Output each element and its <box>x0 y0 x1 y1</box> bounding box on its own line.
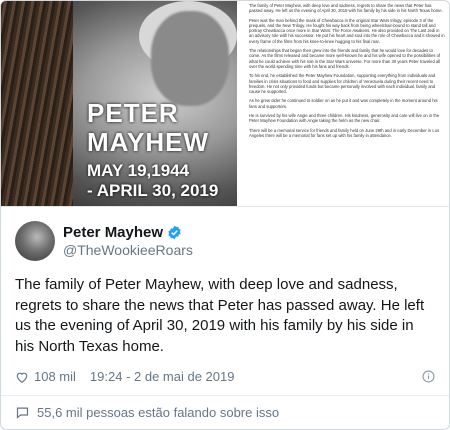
speech-bubble-icon <box>15 405 30 420</box>
author-display-name[interactable]: Peter Mayhew <box>63 224 163 241</box>
statement-paragraph: Peter was the man behind the mask of Che… <box>249 17 445 44</box>
statement-paragraph: The family of Peter Mayhew, with deep lo… <box>249 3 443 14</box>
memorial-name-line2: MAYHEW <box>87 127 210 157</box>
tweet-media[interactable]: PETER MAYHEW MAY 19,1944 - APRIL 30, 201… <box>1 1 449 207</box>
author-row: Peter Mayhew @TheWookieeRoars <box>15 219 435 263</box>
statement-paragraph: To his end, he established the Peter May… <box>249 73 436 95</box>
memorial-dates: MAY 19,1944 - APRIL 30, 2019 <box>87 161 218 201</box>
statement-document: The family of Peter Mayhew, with deep lo… <box>237 1 449 206</box>
info-icon[interactable] <box>422 370 435 383</box>
tweet-meta: 108 mil 19:24 - 2 de mai de 2019 <box>15 369 435 384</box>
embedded-tweet-card[interactable]: PETER MAYHEW MAY 19,1944 - APRIL 30, 201… <box>0 0 450 430</box>
tweet-text: The family of Peter Mayhew, with deep lo… <box>15 276 425 355</box>
memorial-photo: PETER MAYHEW MAY 19,1944 - APRIL 30, 201… <box>1 1 237 206</box>
memorial-name-line1: PETER <box>87 98 179 128</box>
avatar[interactable] <box>15 221 55 261</box>
statement-paragraph: The relationships that began then grew i… <box>249 48 441 69</box>
memorial-date-died: - APRIL 30, 2019 <box>87 181 219 200</box>
memorial-name: PETER MAYHEW <box>87 99 209 157</box>
statement-paragraph: As he grew older he continued to soldier… <box>249 98 438 109</box>
conversation-link[interactable]: 55,6 mil pessoas estão falando sobre iss… <box>1 396 449 429</box>
statement-paragraph: He is survived by his wife Angie and thr… <box>249 113 440 124</box>
like-count[interactable]: 108 mil <box>34 369 76 384</box>
statement-paragraph: There will be a memorial service for fri… <box>249 127 440 138</box>
author-name-line: Peter Mayhew <box>63 224 193 241</box>
tweet-timestamp[interactable]: 19:24 - 2 de mai de 2019 <box>90 369 235 384</box>
memorial-date-born: MAY 19,1944 <box>87 161 190 180</box>
portrait-face <box>151 11 229 106</box>
tweet-body: Peter Mayhew @TheWookieeRoars The family… <box>1 207 449 384</box>
author-handle[interactable]: @TheWookieeRoars <box>63 242 193 258</box>
author-names: Peter Mayhew @TheWookieeRoars <box>63 224 193 258</box>
chewbacca-fur-image <box>1 1 73 206</box>
heart-icon[interactable] <box>15 370 29 384</box>
verified-badge-icon <box>167 225 182 240</box>
talking-about-text[interactable]: 55,6 mil pessoas estão falando sobre iss… <box>37 405 279 420</box>
